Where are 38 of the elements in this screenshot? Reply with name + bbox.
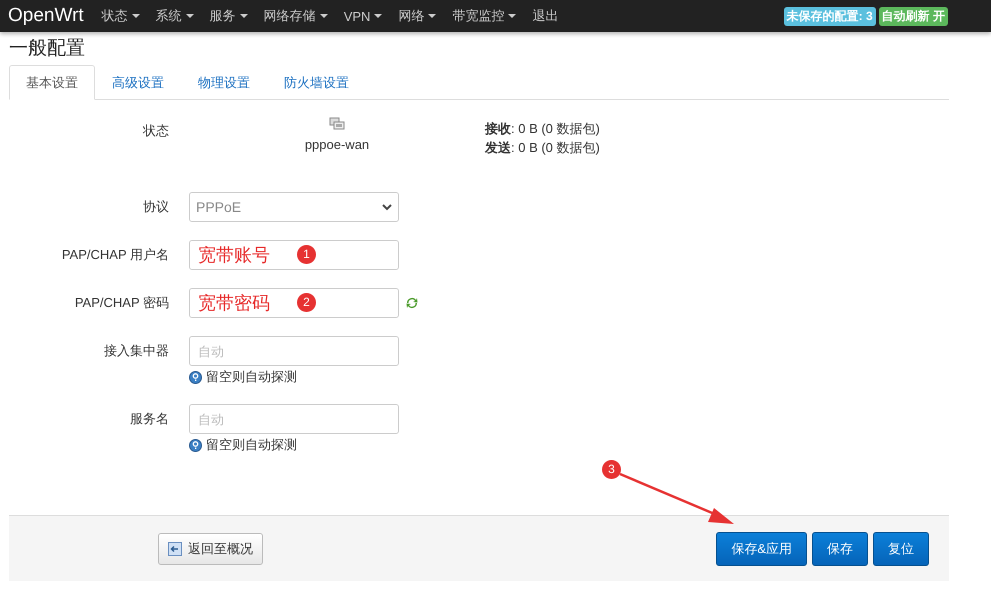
nav-menu-item[interactable]: VPN <box>344 8 382 24</box>
tab[interactable]: 物理设置 <box>181 65 267 100</box>
tab[interactable]: 防火墙设置 <box>267 65 366 100</box>
step-number-badge: 3 <box>602 460 621 479</box>
action-button[interactable]: 保存&应用 <box>716 532 807 566</box>
nav-menu-item[interactable]: 系统 <box>156 7 194 25</box>
tab[interactable]: 基本设置 <box>9 65 95 100</box>
nav-menu-item[interactable]: 状态 <box>102 7 140 25</box>
interface-name: pppoe-wan <box>304 137 370 152</box>
tx-stat: 发送: 0 B (0 数据包) <box>485 139 600 157</box>
help-icon <box>189 438 202 452</box>
input-field[interactable]: 自动 <box>189 336 399 366</box>
tab[interactable]: 高级设置 <box>95 65 181 100</box>
nav-menu-item[interactable]: 服务 <box>210 7 248 25</box>
field-label: 接入集中器 <box>103 342 170 360</box>
rx-stat: 接收: 0 B (0 数据包) <box>485 120 600 138</box>
network-interface-icon <box>329 117 345 131</box>
field-label: 服务名 <box>129 410 170 428</box>
action-button[interactable]: 保存 <box>812 532 868 566</box>
field-label: PAP/CHAP 密码 <box>74 294 170 312</box>
nav-menu-item[interactable]: 网络存储 <box>264 7 328 25</box>
input-field[interactable]: 自动 <box>189 404 399 434</box>
back-to-overview-button[interactable]: 返回至概况 <box>158 532 263 564</box>
action-button[interactable]: 复位 <box>873 532 929 566</box>
help-text: 留空则自动探测 <box>206 436 297 454</box>
page-title: 一般配置 <box>9 37 86 61</box>
field-label: 协议 <box>142 198 170 216</box>
chevron-down-icon <box>382 204 392 210</box>
nav-menu-item[interactable]: 带宽监控 <box>452 7 516 25</box>
refresh-icon[interactable] <box>405 296 419 310</box>
field-label: PAP/CHAP 用户名 <box>60 246 170 264</box>
brand-logo[interactable]: OpenWrt <box>8 5 84 27</box>
protocol-dropdown[interactable]: PPPoE <box>189 192 399 222</box>
field-label: 状态 <box>142 122 170 140</box>
help-icon <box>189 370 202 384</box>
help-text: 留空则自动探测 <box>206 368 297 386</box>
nav-menu-item[interactable]: 网络 <box>398 7 436 25</box>
nav-menu-item[interactable]: 退出 <box>532 7 558 25</box>
